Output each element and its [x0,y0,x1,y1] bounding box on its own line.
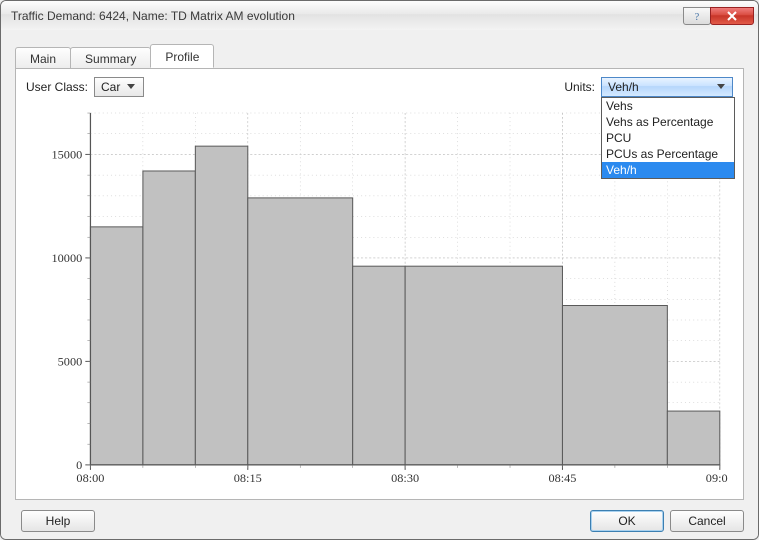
button-label: OK [618,514,635,528]
svg-text:08:45: 08:45 [548,471,576,485]
help-button[interactable]: Help [21,510,95,532]
tab-profile[interactable]: Profile [150,44,214,68]
tab-panel-profile: User Class: Car Units: Veh/h Vehs Vehs a… [15,68,744,500]
svg-text:10000: 10000 [52,251,83,265]
units-combo[interactable]: Veh/h Vehs Vehs as Percentage PCU PCUs a… [601,77,733,97]
button-label: Help [46,514,71,528]
units-option[interactable]: Vehs [602,98,734,114]
help-icon[interactable]: ? [683,7,711,25]
svg-text:09:00: 09:00 [706,471,728,485]
units-option-selected[interactable]: Veh/h [602,162,734,178]
window-title: Traffic Demand: 6424, Name: TD Matrix AM… [11,9,684,23]
tab-main[interactable]: Main [15,47,71,69]
svg-text:?: ? [695,12,700,21]
user-class-value: Car [101,80,120,94]
title-bar: Traffic Demand: 6424, Name: TD Matrix AM… [1,1,758,31]
chevron-down-icon [124,79,138,95]
units-option[interactable]: PCUs as Percentage [602,146,734,162]
units-label: Units: [564,80,595,94]
units-option[interactable]: Vehs as Percentage [602,114,734,130]
client-area: Main Summary Profile User Class: Car Uni… [1,30,758,539]
svg-text:5000: 5000 [58,355,83,369]
tab-label: Profile [165,50,199,64]
tab-summary[interactable]: Summary [70,47,151,69]
cancel-button[interactable]: Cancel [670,510,744,532]
svg-text:0: 0 [76,458,82,472]
tab-strip: Main Summary Profile [15,44,744,68]
user-class-combo[interactable]: Car [94,77,144,97]
tab-label: Summary [85,52,136,66]
svg-text:08:15: 08:15 [234,471,262,485]
chevron-down-icon [714,79,728,95]
svg-text:15000: 15000 [52,148,83,162]
units-option[interactable]: PCU [602,130,734,146]
controls-row: User Class: Car Units: Veh/h Vehs Vehs a… [26,77,733,97]
footer: Help OK Cancel [15,510,744,532]
svg-text:08:30: 08:30 [391,471,419,485]
user-class-label: User Class: [26,80,88,94]
ok-button[interactable]: OK [590,510,664,532]
units-dropdown: Vehs Vehs as Percentage PCU PCUs as Perc… [601,97,735,179]
units-value: Veh/h [608,80,710,94]
close-icon[interactable] [710,7,754,25]
button-label: Cancel [688,514,725,528]
tab-label: Main [30,52,56,66]
svg-text:08:00: 08:00 [76,471,104,485]
window-buttons: ? [684,7,754,25]
